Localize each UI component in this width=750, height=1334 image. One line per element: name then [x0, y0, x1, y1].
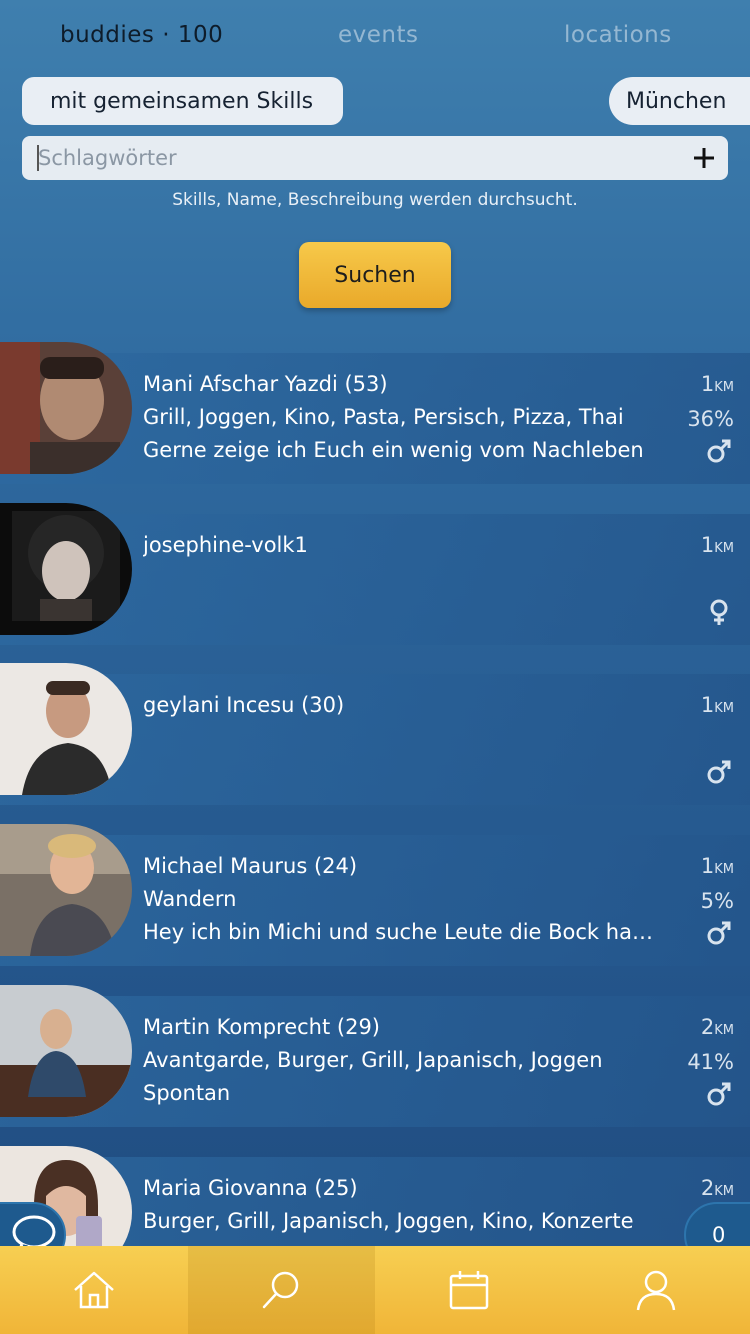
notification-count: 0 — [712, 1223, 726, 1247]
buddy-name: geylani Incesu (30) — [143, 693, 345, 717]
distance: 2KM — [700, 1176, 734, 1200]
match-percent: 41% — [687, 1050, 734, 1074]
list-item[interactable]: Maria Giovanna (25) Burger, Grill, Japan… — [0, 1146, 750, 1246]
common-skills-filter[interactable]: mit gemeinsamen Skills — [22, 77, 343, 125]
avatar — [0, 342, 132, 474]
distance: 2KM — [700, 1015, 734, 1039]
nav-calendar[interactable] — [375, 1246, 563, 1334]
calendar-icon — [449, 1271, 488, 1310]
top-tabs: buddies · 100 events locations — [0, 22, 750, 62]
buddy-skills: Burger, Grill, Japanisch, Joggen, Kino, … — [143, 1209, 634, 1233]
avatar — [0, 503, 132, 635]
list-item[interactable]: Michael Maurus (24) Wandern Hey ich bin … — [0, 824, 750, 966]
distance: 1KM — [700, 693, 734, 717]
list-item[interactable]: Mani Afschar Yazdi (53) Grill, Joggen, K… — [0, 342, 750, 484]
distance: 1KM — [700, 854, 734, 878]
avatar — [0, 663, 132, 795]
keyword-input[interactable] — [22, 136, 682, 180]
buddy-skills: Wandern — [143, 887, 237, 911]
distance: 1KM — [700, 372, 734, 396]
home-icon — [73, 1271, 114, 1309]
buddy-skills: Avantgarde, Burger, Grill, Japanisch, Jo… — [143, 1048, 603, 1072]
buddy-description: Hey ich bin Michi und suche Leute die Bo… — [143, 920, 658, 944]
profile-icon — [637, 1270, 676, 1311]
avatar — [0, 985, 132, 1117]
tab-events[interactable]: events — [338, 22, 419, 48]
nav-profile[interactable] — [563, 1246, 750, 1334]
buddy-name: Maria Giovanna (25) — [143, 1176, 358, 1200]
buddy-description: Spontan — [143, 1081, 231, 1105]
nav-search[interactable] — [187, 1246, 375, 1334]
bottom-navigation — [0, 1246, 750, 1334]
buddy-name: josephine-volk1 — [143, 533, 308, 557]
male-icon — [707, 921, 731, 945]
list-item[interactable]: geylani Incesu (30) 1KM — [0, 663, 750, 805]
list-item[interactable]: josephine-volk1 1KM — [0, 503, 750, 645]
male-icon — [707, 1082, 731, 1106]
buddy-name: Mani Afschar Yazdi (53) — [143, 372, 388, 396]
list-item[interactable]: Martin Komprecht (29) Avantgarde, Burger… — [0, 985, 750, 1127]
tab-locations[interactable]: locations — [564, 22, 672, 48]
buddy-skills: Grill, Joggen, Kino, Pasta, Persisch, Pi… — [143, 405, 624, 429]
avatar — [0, 824, 132, 956]
buddy-name: Martin Komprecht (29) — [143, 1015, 380, 1039]
match-percent: 36% — [687, 407, 734, 431]
keyword-search-box — [22, 136, 728, 180]
female-icon — [710, 599, 728, 625]
tab-buddies[interactable]: buddies · 100 — [60, 22, 223, 48]
male-icon — [707, 760, 731, 784]
distance: 1KM — [700, 533, 734, 557]
add-keyword-icon[interactable] — [690, 144, 718, 172]
match-percent: 5% — [700, 889, 734, 913]
search-icon — [263, 1271, 299, 1309]
male-icon — [707, 439, 731, 463]
buddy-list: Mani Afschar Yazdi (53) Grill, Joggen, K… — [0, 342, 750, 1246]
text-caret — [37, 145, 39, 171]
buddy-name: Michael Maurus (24) — [143, 854, 358, 878]
city-filter[interactable]: München — [609, 77, 750, 125]
nav-home[interactable] — [0, 1246, 188, 1334]
search-button[interactable]: Suchen — [299, 242, 451, 308]
buddy-description: Gerne zeige ich Euch ein wenig vom Nachl… — [143, 438, 644, 462]
search-hint: Skills, Name, Beschreibung werden durchs… — [172, 190, 578, 210]
